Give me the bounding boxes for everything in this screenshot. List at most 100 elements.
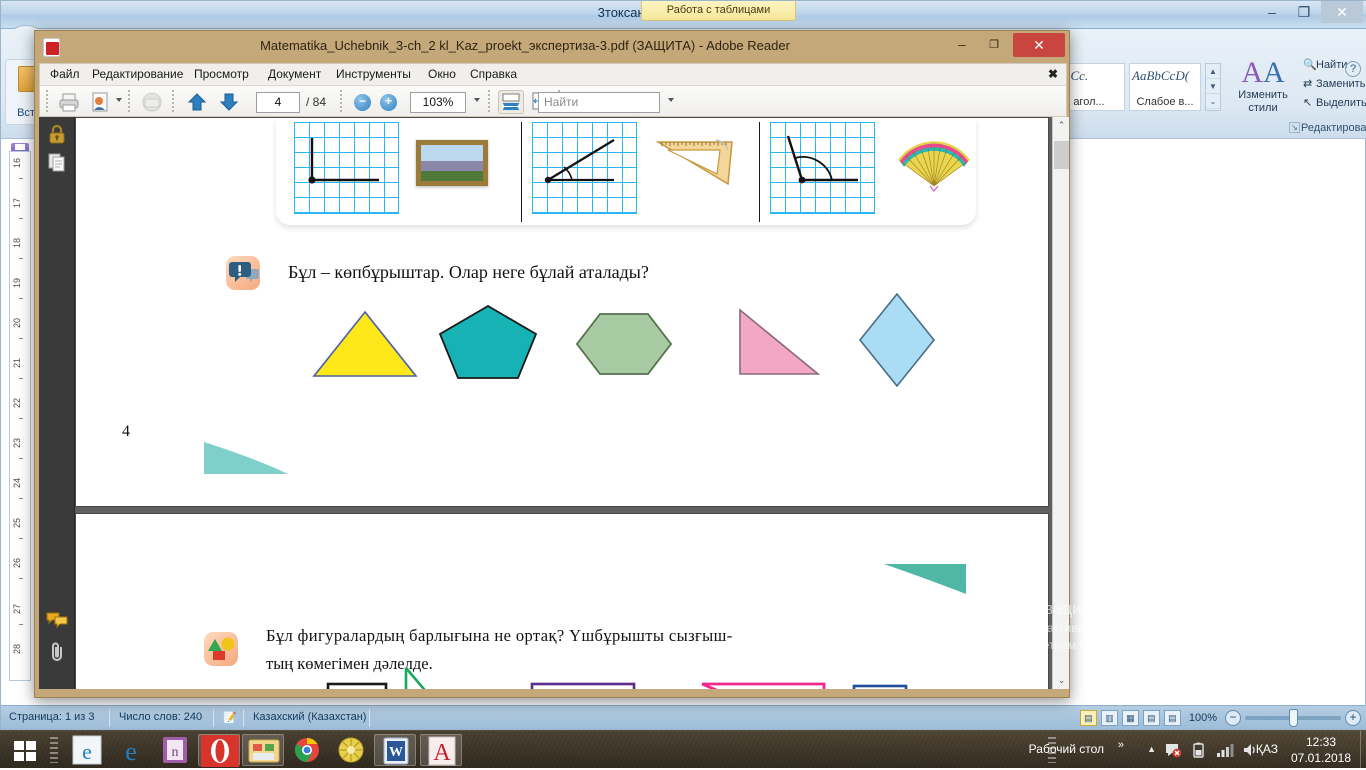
battery-icon[interactable] <box>1190 742 1208 758</box>
chevron-down-icon[interactable] <box>474 98 480 102</box>
word-close-button[interactable]: ✕ <box>1321 1 1363 23</box>
taskbar-adobe-reader[interactable]: A <box>420 734 462 766</box>
reader-titlebar[interactable]: Matematika_Uchebnik_3-ch_2 kl_Kaz_proekt… <box>35 31 1069 63</box>
taskbar-chrome[interactable] <box>286 734 328 766</box>
page-corner-wedge-bottom <box>204 438 290 481</box>
fit-width-icon[interactable] <box>498 90 524 114</box>
word-minimize-button[interactable]: – <box>1257 1 1287 23</box>
lock-icon[interactable] <box>46 123 68 145</box>
show-desktop-button[interactable] <box>1360 731 1366 769</box>
style-scroll-down-icon[interactable]: ▼ <box>1206 79 1220 94</box>
zoom-in-button[interactable]: + <box>380 94 397 111</box>
ruler-mark-17: 17 <box>12 198 30 208</box>
action-center-icon[interactable] <box>1164 742 1182 758</box>
view-web-layout-icon[interactable]: ▦ <box>1122 710 1139 726</box>
taskbar-explorer[interactable] <box>242 734 284 766</box>
change-styles-button[interactable]: AA Изменить стили <box>1227 57 1299 115</box>
pdf-file-icon <box>43 38 60 57</box>
replace-button[interactable]: ⇄Заменить <box>1301 74 1365 93</box>
menu-item-edit[interactable]: Редактирование <box>92 67 183 81</box>
spellcheck-icon[interactable]: 📝 <box>223 711 237 724</box>
taskbar-internet-explorer-running[interactable]: e <box>110 734 152 766</box>
taskbar-clock-date[interactable]: 07.01.2018 <box>1284 751 1358 765</box>
pages-icon[interactable] <box>46 151 68 173</box>
reader-minimize-button[interactable]: – <box>947 33 977 57</box>
zoom-out-button[interactable]: − <box>354 94 371 111</box>
ruler-mark-16: 16 <box>12 158 30 168</box>
status-page-indicator[interactable]: Страница: 1 из 3 <box>9 711 95 723</box>
page-number-input[interactable]: 4 <box>256 92 300 113</box>
status-zoom-value: 100% <box>1185 712 1221 724</box>
polygon-rhombus <box>854 290 940 393</box>
comments-icon[interactable] <box>46 609 68 631</box>
zoom-level-input[interactable]: 103% <box>410 92 466 113</box>
zoom-out-button[interactable]: − <box>1225 710 1241 726</box>
polygon-triangle <box>310 306 420 385</box>
taskbar-opera[interactable] <box>198 734 240 766</box>
ruler-mark-19: 19 <box>12 278 30 288</box>
language-indicator[interactable]: ҚАЗ <box>1256 742 1278 756</box>
status-language[interactable]: Казахский (Казахстан) <box>253 711 366 723</box>
scrollbar-thumb[interactable] <box>1054 141 1069 169</box>
styles-dialog-launcher-icon[interactable]: ↘ <box>1289 122 1300 133</box>
chevron-down-icon[interactable] <box>116 98 122 102</box>
polygon-pentagon <box>436 302 540 385</box>
menu-item-document[interactable]: Документ <box>268 67 321 81</box>
taskbar-media-player[interactable] <box>330 734 372 766</box>
printer-icon[interactable] <box>56 90 82 114</box>
scroll-down-icon[interactable]: ⌄ <box>1053 672 1070 689</box>
attachment-icon[interactable] <box>46 641 68 663</box>
taskbar-clock-time[interactable]: 12:33 <box>1284 735 1358 749</box>
angle-examples-card <box>276 118 976 225</box>
outline-shape-rect-black <box>326 682 388 689</box>
chevron-down-icon[interactable] <box>668 98 674 102</box>
style-gallery-scroller[interactable]: ▲ ▼ ⌄ <box>1205 63 1221 111</box>
view-outline-icon[interactable]: ▤ <box>1143 710 1160 726</box>
zoom-slider[interactable] <box>1245 716 1341 720</box>
view-full-screen-reading-icon[interactable]: ▥ <box>1101 710 1118 726</box>
help-icon[interactable]: ? <box>1345 61 1361 77</box>
find-label: Найти <box>1316 59 1347 71</box>
tray-overflow-label[interactable]: » <box>1118 739 1124 751</box>
zoom-slider-thumb[interactable] <box>1289 709 1298 727</box>
arrow-down-icon[interactable] <box>218 91 240 113</box>
style-scroll-up-icon[interactable]: ▲ <box>1206 64 1220 79</box>
status-word-count[interactable]: Число слов: 240 <box>119 711 202 723</box>
menu-item-window[interactable]: Окно <box>428 67 456 81</box>
menu-item-tools[interactable]: Инструменты <box>336 67 411 81</box>
taskbar-internet-explorer-pinned[interactable]: e <box>66 734 108 766</box>
word-maximize-button[interactable]: ❐ <box>1289 1 1319 23</box>
taskbar-word[interactable]: W <box>374 734 416 766</box>
pdf-viewport[interactable]: Бұл – көпбұрыштар. Олар неге бұлай атала… <box>75 117 1067 689</box>
style-gallery-item-2[interactable]: AaBbCcD( Слабое в... <box>1129 63 1201 111</box>
menu-item-help[interactable]: Справка <box>470 67 517 81</box>
taskbar-onenote[interactable]: n <box>154 734 196 766</box>
select-button[interactable]: ↖Выделить <box>1301 93 1365 112</box>
style-gallery-more-icon[interactable]: ⌄ <box>1206 94 1220 109</box>
word-contextual-tab[interactable]: Работа с таблицами <box>641 1 796 21</box>
start-button[interactable] <box>4 733 50 767</box>
ruler-mark-22: 22 <box>12 398 30 408</box>
pdf-page-number-label: 4 <box>122 423 130 441</box>
menu-item-file[interactable]: Файл <box>50 67 80 81</box>
reader-maximize-button[interactable]: ❐ <box>979 33 1009 57</box>
sign-icon[interactable] <box>88 90 114 114</box>
editing-group-label: Редактирование <box>1301 122 1366 134</box>
arrow-up-icon[interactable] <box>186 91 208 113</box>
reader-close-button[interactable]: ✕ <box>1013 33 1065 57</box>
word-vertical-ruler[interactable]: 16 17 18 19 20 21 22 23 24 25 26 27 28 <box>9 151 31 681</box>
search-input[interactable]: Найти <box>538 92 660 113</box>
menu-item-view[interactable]: Просмотр <box>194 67 249 81</box>
svg-text:e: e <box>82 739 92 764</box>
tray-expand-icon[interactable]: ▲ <box>1147 744 1156 754</box>
show-desktop-label[interactable]: Рабочий стол <box>1029 742 1104 756</box>
view-draft-icon[interactable]: ▤ <box>1164 710 1181 726</box>
network-icon[interactable] <box>1216 742 1234 758</box>
outline-shape-triangle-pink <box>698 680 828 689</box>
scroll-up-icon[interactable]: ⌃ <box>1053 117 1070 134</box>
zoom-in-button[interactable]: + <box>1345 710 1361 726</box>
divider-2 <box>759 122 760 222</box>
close-icon[interactable]: ✖ <box>1048 67 1058 81</box>
activation-title: Активация Windows <box>1008 598 1338 620</box>
view-print-layout-icon[interactable]: ▤ <box>1080 710 1097 726</box>
